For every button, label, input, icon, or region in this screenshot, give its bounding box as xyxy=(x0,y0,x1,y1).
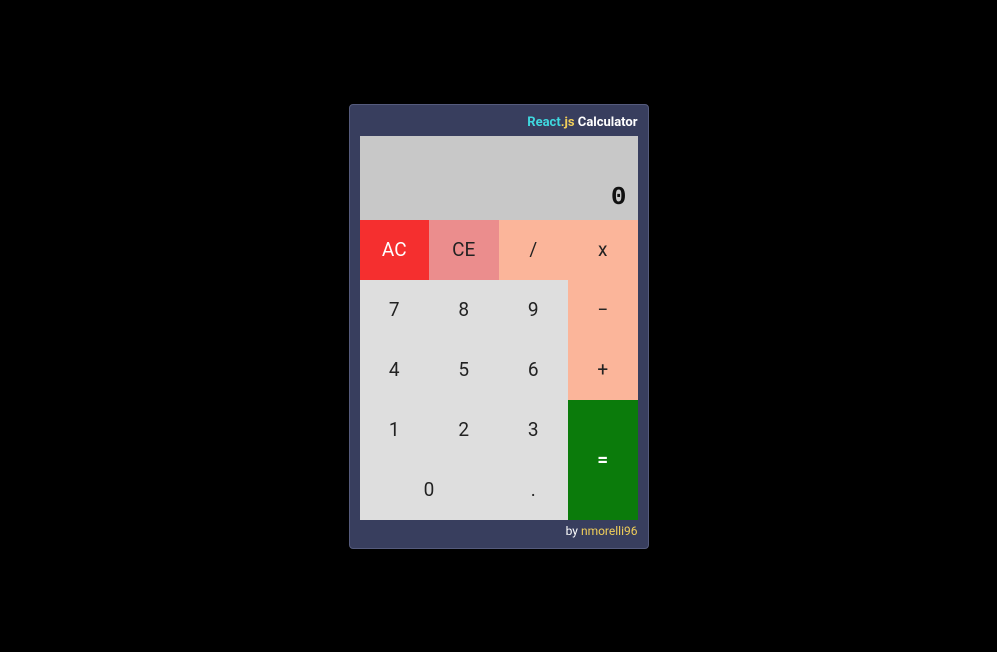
three-button[interactable]: 3 xyxy=(499,400,569,460)
title-react: React xyxy=(527,115,560,130)
footer-author[interactable]: nmorelli96 xyxy=(581,524,638,538)
five-button[interactable]: 5 xyxy=(429,340,499,400)
two-button[interactable]: 2 xyxy=(429,400,499,460)
footer-by: by xyxy=(566,524,581,538)
six-button[interactable]: 6 xyxy=(499,340,569,400)
nine-button[interactable]: 9 xyxy=(499,280,569,340)
title-dotjs: .js xyxy=(561,115,575,130)
one-button[interactable]: 1 xyxy=(360,400,430,460)
app-title: React.js Calculator xyxy=(360,115,638,130)
decimal-button[interactable]: . xyxy=(499,460,569,520)
seven-button[interactable]: 7 xyxy=(360,280,430,340)
zero-button[interactable]: 0 xyxy=(360,460,499,520)
display: 0 xyxy=(360,136,638,220)
multiply-button[interactable]: x xyxy=(568,220,638,280)
four-button[interactable]: 4 xyxy=(360,340,430,400)
display-value: 0 xyxy=(611,182,628,212)
clear-entry-button[interactable]: CE xyxy=(429,220,499,280)
button-grid: AC CE / x 7 8 9 − 4 5 6 + 1 2 3 = 0 . xyxy=(360,220,638,520)
title-calculator: Calculator xyxy=(575,115,638,130)
divide-button[interactable]: / xyxy=(499,220,569,280)
calculator-container: React.js Calculator 0 AC CE / x 7 8 9 − … xyxy=(349,104,649,549)
subtract-button[interactable]: − xyxy=(568,280,638,340)
add-button[interactable]: + xyxy=(568,340,638,400)
clear-all-button[interactable]: AC xyxy=(360,220,430,280)
equals-button[interactable]: = xyxy=(568,400,638,520)
footer: by nmorelli96 xyxy=(360,524,638,538)
eight-button[interactable]: 8 xyxy=(429,280,499,340)
